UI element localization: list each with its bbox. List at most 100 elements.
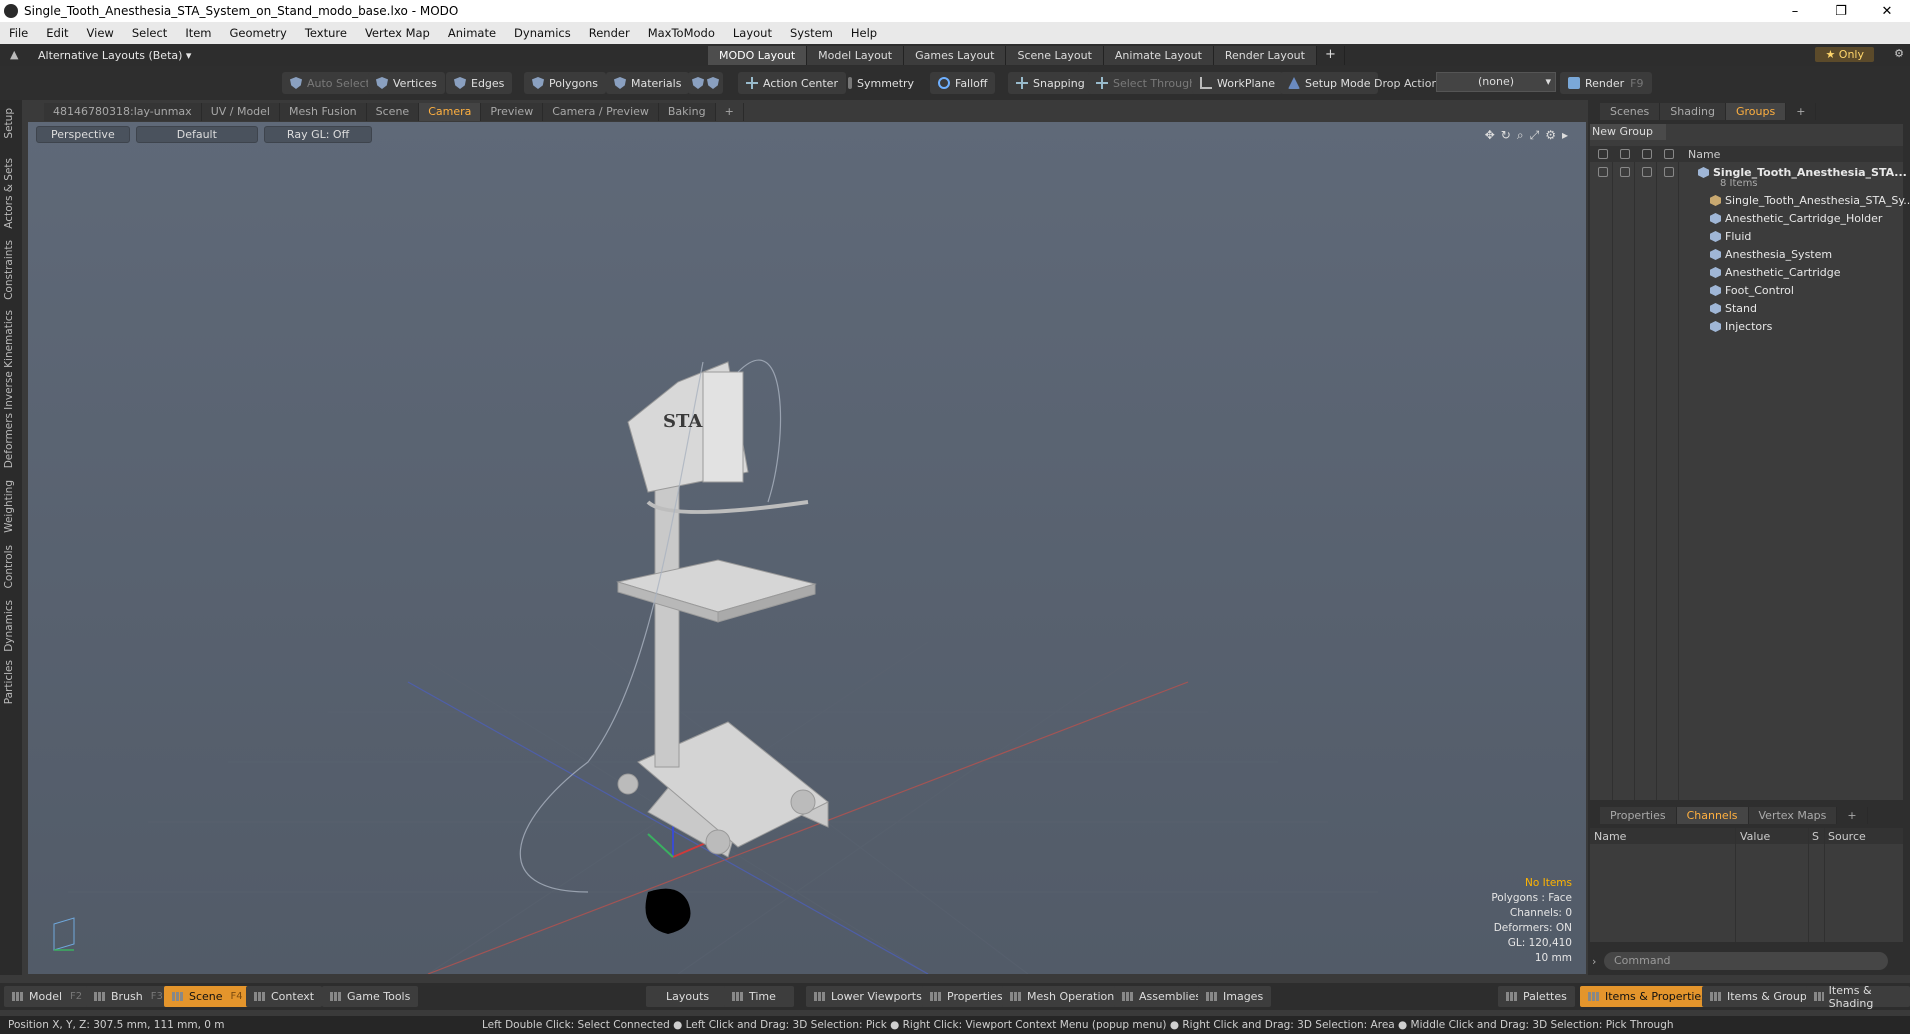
tab-uv-model[interactable]: UV / Model	[201, 103, 280, 121]
close-button[interactable]: ✕	[1864, 4, 1910, 19]
tab-baking[interactable]: Baking	[658, 103, 716, 121]
minimize-button[interactable]: –	[1772, 4, 1818, 19]
lock-col-icon[interactable]	[1642, 149, 1652, 159]
tree-item[interactable]: Stand	[1590, 300, 1903, 318]
layouts-button[interactable]: Layouts	[646, 986, 730, 1007]
rotate-view-icon[interactable]: ↻	[1501, 128, 1511, 143]
tab-mesh-fusion[interactable]: Mesh Fusion	[280, 103, 367, 121]
setup-mode-button[interactable]: Setup Mode	[1280, 72, 1379, 94]
3d-viewport[interactable]: STA Perspective Default Ray GL: Off ✥ ↻ …	[28, 122, 1586, 974]
game-tools-button[interactable]: Game Tools	[322, 986, 419, 1007]
tab-controls[interactable]: Controls	[3, 545, 15, 588]
tab-weighting[interactable]: Weighting	[3, 480, 15, 533]
add-layout-button[interactable]: +	[1317, 46, 1345, 65]
add-properties-tab-button[interactable]: +	[1837, 807, 1868, 824]
symmetry-button[interactable]: Symmetry	[840, 72, 922, 94]
model-button[interactable]: Model F2	[4, 986, 91, 1007]
render-toggle-icon[interactable]	[1620, 167, 1630, 177]
render-button[interactable]: Render F9	[1560, 72, 1652, 94]
tab-render-layout[interactable]: Render Layout	[1213, 46, 1317, 65]
lock-toggle-icon[interactable]	[1642, 167, 1652, 177]
tab-scene-layout[interactable]: Scene Layout	[1006, 46, 1104, 65]
menu-select[interactable]: Select	[123, 26, 176, 40]
items-groups-button[interactable]: Items & Groups	[1702, 986, 1821, 1007]
menu-layout[interactable]: Layout	[724, 26, 781, 40]
select-col-icon[interactable]	[1664, 149, 1674, 159]
only-button[interactable]: ★ Only	[1815, 47, 1874, 62]
tree-item[interactable]: Anesthetic_Cartridge	[1590, 264, 1903, 282]
action-center-button[interactable]: Action Center	[738, 72, 846, 94]
view-perspective-dropdown[interactable]: Perspective	[36, 126, 130, 143]
visibility-eye-icon[interactable]	[1598, 149, 1608, 159]
tree-item[interactable]: Foot_Control	[1590, 282, 1903, 300]
command-input[interactable]: Command	[1604, 952, 1888, 970]
edges-button[interactable]: Edges	[446, 72, 513, 94]
menu-maxtomodo[interactable]: MaxToModo	[639, 26, 724, 40]
tab-scene[interactable]: Scene	[366, 103, 420, 121]
materials-button[interactable]: Materials	[606, 72, 690, 94]
add-viewport-tab-button[interactable]: +	[716, 103, 744, 121]
menu-view[interactable]: View	[78, 26, 123, 40]
select-toggle-icon[interactable]	[1664, 167, 1674, 177]
menu-vertex-map[interactable]: Vertex Map	[356, 26, 439, 40]
time-button[interactable]: Time	[724, 986, 794, 1007]
menu-item[interactable]: Item	[176, 26, 220, 40]
tab-modo-layout[interactable]: MODO Layout	[708, 46, 808, 65]
menu-geometry[interactable]: Geometry	[221, 26, 296, 40]
tree-item[interactable]: Anesthetic_Cartridge_Holder	[1590, 210, 1903, 228]
select-through-button[interactable]: Select Through	[1088, 72, 1205, 94]
brush-button[interactable]: Brush F3	[86, 986, 171, 1007]
eye-icon[interactable]	[1598, 167, 1608, 177]
tree-item[interactable]: Fluid	[1590, 228, 1903, 246]
tab-camera-preview[interactable]: Camera / Preview	[543, 103, 659, 121]
tab-model-layout[interactable]: Model Layout	[807, 46, 905, 65]
tab-preview[interactable]: Preview	[481, 103, 544, 121]
menu-dynamics[interactable]: Dynamics	[505, 26, 580, 40]
maximize-view-icon[interactable]: ⤢	[1530, 128, 1540, 143]
tree-item[interactable]: Anesthesia_System	[1590, 246, 1903, 264]
tab-constraints[interactable]: Constraints	[3, 240, 15, 300]
tab-deformers[interactable]: Deformers	[3, 413, 15, 468]
auto-select-button[interactable]: Auto Select	[282, 72, 378, 94]
menu-file[interactable]: File	[0, 26, 37, 40]
menu-edit[interactable]: Edit	[37, 26, 77, 40]
scene-button[interactable]: Scene F4	[164, 986, 251, 1007]
drop-action-select[interactable]: (none) ▾	[1436, 72, 1556, 92]
tab-particles[interactable]: Particles	[3, 660, 15, 704]
raygl-toggle[interactable]: Ray GL: Off	[263, 126, 373, 143]
new-group-button[interactable]: New Group	[1590, 124, 1666, 140]
layout-up-icon[interactable]: ▲	[10, 48, 18, 61]
images-button[interactable]: Images	[1198, 986, 1272, 1007]
tab-games-layout[interactable]: Games Layout	[904, 46, 1007, 65]
menu-system[interactable]: System	[781, 26, 842, 40]
tab-animate-layout[interactable]: Animate Layout	[1103, 46, 1214, 65]
tab-groups[interactable]: Groups	[1725, 103, 1787, 120]
viewport-gear-icon[interactable]: ⚙	[1545, 128, 1556, 143]
viewport-more-icon[interactable]: ▸	[1562, 128, 1568, 143]
gear-icon[interactable]: ⚙	[1894, 47, 1904, 60]
menu-help[interactable]: Help	[842, 26, 886, 40]
tab-inverse-kinematics[interactable]: Inverse Kinematics	[3, 310, 15, 410]
tab-scenes[interactable]: Scenes	[1600, 103, 1661, 120]
selection-sets-button[interactable]	[688, 72, 723, 94]
tab-camera[interactable]: Camera	[419, 103, 482, 121]
vertices-button[interactable]: Vertices	[368, 72, 445, 94]
lower-viewports-button[interactable]: Lower Viewports	[806, 986, 930, 1007]
tab-channels[interactable]: Channels	[1676, 807, 1749, 824]
menu-texture[interactable]: Texture	[296, 26, 356, 40]
tab-setup[interactable]: Setup	[3, 108, 15, 139]
falloff-button[interactable]: Falloff	[930, 72, 996, 94]
palettes-button[interactable]: Palettes	[1498, 986, 1575, 1007]
move-view-icon[interactable]: ✥	[1485, 128, 1495, 143]
tab-lay-unmax[interactable]: 48146780318:lay-unmax	[44, 103, 202, 121]
menu-animate[interactable]: Animate	[439, 26, 505, 40]
polygons-button[interactable]: Polygons	[524, 72, 606, 94]
menu-render[interactable]: Render	[580, 26, 639, 40]
shading-default-dropdown[interactable]: Default	[135, 126, 258, 143]
workplane-button[interactable]: WorkPlane	[1192, 72, 1284, 94]
items-shading-button[interactable]: Items & Shading	[1806, 984, 1910, 1010]
alternative-layouts-dropdown[interactable]: Alternative Layouts (Beta) ▾	[38, 49, 191, 62]
properties-button[interactable]: Properties	[922, 986, 1011, 1007]
mesh-operations-button[interactable]: Mesh Operations	[1002, 986, 1128, 1007]
tab-dynamics[interactable]: Dynamics	[3, 600, 15, 652]
